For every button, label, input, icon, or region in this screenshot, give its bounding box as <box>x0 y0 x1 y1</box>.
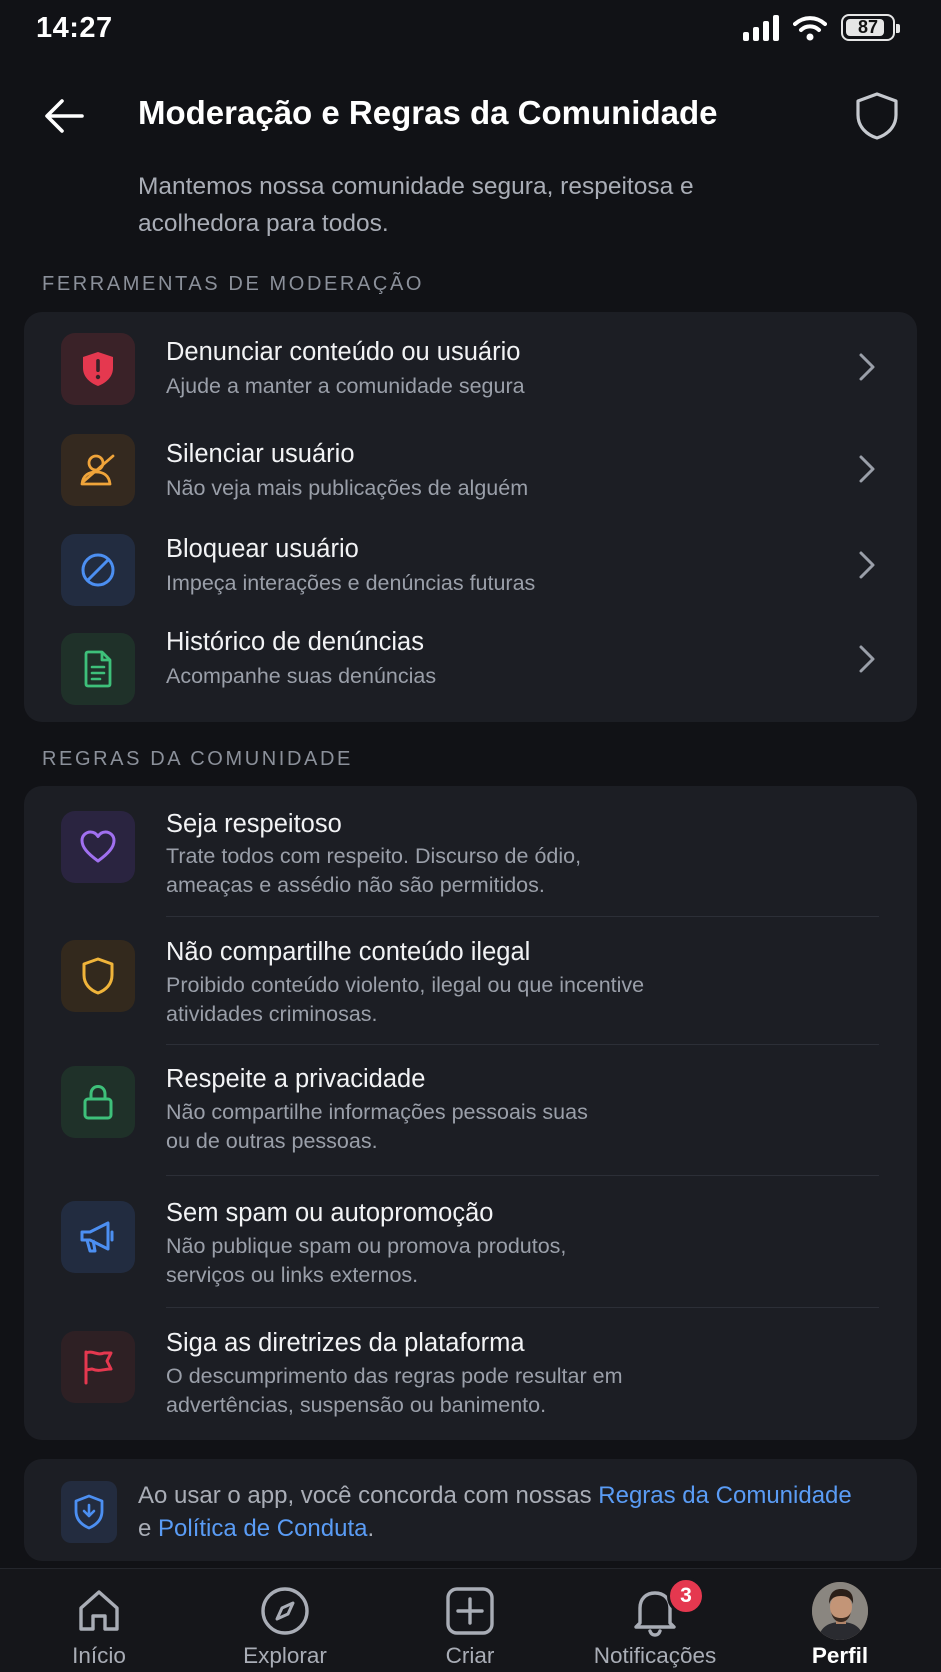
rule-desc-line2: ou de outras pessoas. <box>166 1129 378 1153</box>
tools-card: Denunciar conteúdo ou usuário Ajude a ma… <box>24 312 917 722</box>
mute-desc: Não veja mais publicações de alguém <box>166 476 529 500</box>
rule-item-respect: Seja respeitoso Trate todos com respeito… <box>24 786 917 916</box>
lock-icon <box>83 1084 113 1120</box>
mute-icon-box <box>61 434 135 506</box>
block-title: Bloquear usuário <box>166 535 359 563</box>
battery-indicator: 87 <box>841 14 900 41</box>
history-desc: Acompanhe suas denúncias <box>166 664 437 688</box>
flag-icon <box>84 1350 113 1385</box>
block-icon <box>81 553 115 587</box>
terms-notice-text: Ao usar o app, você concorda com nossas … <box>138 1479 858 1545</box>
illegal-icon-box <box>61 940 135 1012</box>
rule-title: Siga as diretrizes da plataforma <box>166 1329 525 1357</box>
bottom-nav: Início Explorar Criar 3 Notificações Per… <box>0 1568 941 1672</box>
battery-level: 87 <box>857 17 879 37</box>
terms-notice: Ao usar o app, você concorda com nossas … <box>24 1459 917 1561</box>
mute-title: Silenciar usuário <box>166 440 355 468</box>
arrow-left-icon <box>45 99 84 133</box>
rule-desc-line2: ameaças e assédio não são permitidos. <box>166 873 545 897</box>
chevron-right-icon <box>855 550 879 580</box>
avatar <box>812 1582 868 1640</box>
page-subtitle: Mantemos nossa comunidade segura, respei… <box>138 173 694 237</box>
shield-check-icon <box>61 1481 117 1543</box>
back-button[interactable] <box>40 92 88 140</box>
shield-icon <box>856 92 898 140</box>
report-content-item[interactable]: Denunciar conteúdo ou usuário Ajude a ma… <box>24 312 917 414</box>
nav-item-home[interactable]: Início <box>19 1569 179 1672</box>
rule-desc-line2: atividades criminosas. <box>166 1002 378 1026</box>
history-title: Histórico de denúncias <box>166 628 424 656</box>
nav-label-home: Início <box>72 1643 126 1668</box>
rule-desc-line1: Não compartilhe informações pessoais sua… <box>166 1100 588 1124</box>
report-desc: Ajude a manter a comunidade segura <box>166 374 525 398</box>
nav-item-notifications[interactable]: 3 Notificações <box>575 1569 735 1672</box>
status-time: 14:27 <box>36 12 113 44</box>
block-user-item[interactable]: Bloquear usuário Impeça interações e den… <box>24 514 917 610</box>
rule-desc-line1: Proibido conteúdo violento, ilegal ou qu… <box>166 973 645 997</box>
rule-item-privacy: Respeite a privacidade Não compartilhe i… <box>24 1044 917 1174</box>
rules-card: Seja respeitoso Trate todos com respeito… <box>24 786 917 1440</box>
nav-item-profile[interactable]: Perfil <box>760 1569 920 1672</box>
chevron-right-icon <box>855 352 879 382</box>
rule-desc-line1: Trate todos com respeito. Discurso de ód… <box>166 844 582 868</box>
privacy-icon-box <box>61 1066 135 1138</box>
nav-item-explore[interactable]: Explorar <box>205 1569 365 1672</box>
document-icon <box>84 650 112 688</box>
rule-title: Sem spam ou autopromoção <box>166 1199 494 1227</box>
rule-title: Seja respeitoso <box>166 810 342 838</box>
status-icons: 87 <box>743 14 900 41</box>
nav-label-notifications: Notificações <box>593 1643 717 1668</box>
nav-label-create: Criar <box>445 1643 495 1668</box>
notice-text-middle: e <box>138 1515 159 1542</box>
rule-desc-line2: serviços ou links externos. <box>166 1263 419 1287</box>
guidelines-icon-box <box>61 1331 135 1403</box>
nav-item-create[interactable]: Criar <box>390 1569 550 1672</box>
rule-desc-line1: Não publique spam ou promova produtos, <box>166 1234 567 1258</box>
notification-badge: 3 <box>667 1577 705 1615</box>
shield-alert-icon <box>83 352 113 386</box>
rule-desc-line2: advertências, suspensão ou banimento. <box>166 1393 547 1417</box>
plus-square-icon <box>442 1583 498 1639</box>
block-icon-box <box>61 534 135 606</box>
mute-user-icon <box>80 454 115 486</box>
rules-section-label: REGRAS DA COMUNIDADE <box>42 748 353 770</box>
shield-button[interactable] <box>851 90 903 142</box>
status-bar: 14:27 87 <box>0 0 941 62</box>
signal-icon <box>743 14 779 41</box>
wifi-icon <box>793 15 827 40</box>
mute-user-item[interactable]: Silenciar usuário Não veja mais publicaç… <box>24 414 917 510</box>
tools-section-label: FERRAMENTAS DE MODERAÇÃO <box>42 273 425 295</box>
report-icon-box <box>61 333 135 405</box>
home-icon <box>71 1583 127 1639</box>
rule-item-spam: Sem spam ou autopromoção Não publique sp… <box>24 1175 917 1307</box>
rule-item-guidelines: Siga as diretrizes da plataforma O descu… <box>24 1307 917 1439</box>
notice-text-before: Ao usar o app, você concorda com nossas <box>138 1482 599 1509</box>
respect-icon-box <box>61 811 135 883</box>
notice-text-after: . <box>367 1515 375 1542</box>
heart-icon <box>80 830 116 863</box>
rule-item-illegal: Não compartilhe conteúdo ilegal Proibido… <box>24 916 917 1044</box>
compass-icon <box>257 1583 313 1639</box>
block-desc: Impeça interações e denúncias futuras <box>166 571 536 595</box>
community-rules-link[interactable]: Regras da Comunidade <box>598 1482 852 1509</box>
nav-label-profile: Perfil <box>811 1643 869 1668</box>
history-icon-box <box>61 633 135 705</box>
nav-label-explore: Explorar <box>243 1643 327 1668</box>
page-title: Moderação e Regras da Comunidade <box>138 94 718 131</box>
chevron-right-icon <box>855 644 879 674</box>
conduct-policy-link[interactable]: Política de Conduta <box>158 1515 367 1542</box>
shield-icon <box>82 957 114 995</box>
report-title: Denunciar conteúdo ou usuário <box>166 338 521 366</box>
rule-title: Respeite a privacidade <box>166 1065 426 1093</box>
header: Moderação e Regras da Comunidade <box>0 80 941 152</box>
chevron-right-icon <box>855 454 879 484</box>
report-history-item[interactable]: Histórico de denúncias Acompanhe suas de… <box>24 614 917 710</box>
rule-desc-line1: O descumprimento das regras pode resulta… <box>166 1364 623 1388</box>
megaphone-icon <box>80 1221 114 1253</box>
rule-title: Não compartilhe conteúdo ilegal <box>166 938 531 966</box>
spam-icon-box <box>61 1201 135 1273</box>
